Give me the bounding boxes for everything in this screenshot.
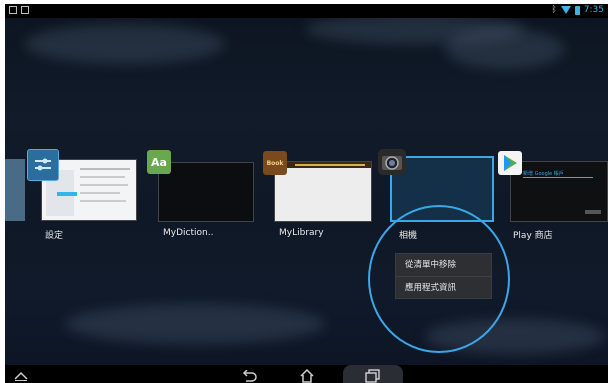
status-bar: ᛒ 7:35 <box>5 4 608 18</box>
wallpaper-cloud <box>25 24 225 64</box>
play-store-icon <box>498 151 522 175</box>
play-store-thumbnail: 新增 Google 帳戶 <box>510 161 608 222</box>
context-menu: 從清單中移除 應用程式資訊 <box>395 253 492 299</box>
recent-app-label: Play 商店 <box>513 231 553 241</box>
camera-icon <box>378 149 406 175</box>
back-icon[interactable] <box>237 368 261 383</box>
battery-icon <box>574 5 580 15</box>
recent-apps-screen: ᛒ 7:35 設定 Aa MyDiction.. Book MyLibrary … <box>5 4 608 383</box>
recent-app-label: MyDiction.. <box>163 228 214 238</box>
home-icon[interactable] <box>295 368 319 383</box>
mylibrary-thumbnail <box>274 161 372 222</box>
navigation-bar <box>5 365 608 383</box>
library-icon: Book <box>263 151 287 175</box>
bluetooth-icon: ᛒ <box>551 5 557 15</box>
menu-item-remove-from-list[interactable]: 從清單中移除 <box>396 254 491 276</box>
dictionary-icon: Aa <box>147 150 171 174</box>
menu-item-app-info[interactable]: 應用程式資訊 <box>396 276 491 299</box>
recent-app-label: MyLibrary <box>279 228 324 238</box>
mydictionary-thumbnail <box>158 162 254 222</box>
thumbnail-text: 新增 Google 帳戶 <box>523 171 564 177</box>
settings-icon <box>27 149 59 181</box>
clock: 7:35 <box>583 5 604 15</box>
recents-icon[interactable] <box>361 368 385 383</box>
notification-icon <box>9 6 17 14</box>
wallpaper-cloud <box>445 29 565 69</box>
recent-app-label: 設定 <box>45 231 64 241</box>
wallpaper-cloud <box>65 304 325 344</box>
wifi-icon <box>560 6 571 14</box>
partial-app-thumbnail[interactable] <box>5 159 25 221</box>
chevron-up-icon[interactable] <box>11 368 31 383</box>
screenshot-icon <box>21 6 29 14</box>
